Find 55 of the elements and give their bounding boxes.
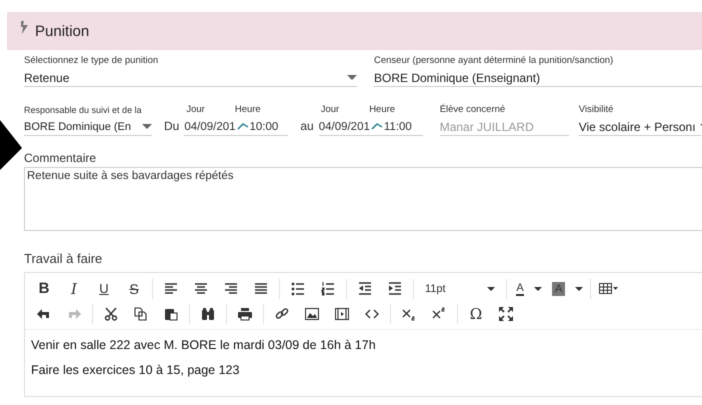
date-field[interactable]: 04/09/201 (318, 120, 370, 132)
time-field[interactable]: 10:00 (250, 120, 278, 132)
comment-label: Commentaire (24, 151, 98, 165)
superscript-icon[interactable] (432, 306, 446, 320)
punishment-type-select[interactable]: Retenue (24, 69, 357, 87)
bold-button[interactable]: B (29, 278, 59, 300)
time-field[interactable]: 11:00 (384, 120, 412, 132)
numbered-list-icon[interactable] (321, 282, 335, 296)
field-label: Jour (320, 104, 340, 115)
text-color-button[interactable]: A (510, 278, 548, 300)
date-field[interactable]: 04/09/201 (184, 120, 236, 132)
bullet-list-icon[interactable] (291, 282, 305, 296)
align-left-icon[interactable] (164, 282, 178, 296)
font-size-select[interactable]: 11pt (417, 278, 503, 300)
special-character-button[interactable]: Ω (461, 302, 491, 324)
editor-paragraph: Venir en salle 222 avec M. BORE le mardi 03/09 de 16h à 17h (31, 338, 377, 352)
annotation-arrow (0, 120, 22, 170)
justify-icon[interactable] (254, 282, 268, 296)
supervisor-select[interactable]: BORE Dominique (En (24, 118, 152, 136)
film-icon[interactable] (335, 306, 349, 320)
italic-button[interactable]: I (59, 278, 89, 300)
table-icon[interactable] (599, 282, 620, 296)
section-title: Punition (35, 22, 90, 40)
comment-textarea[interactable]: Retenue suite à ses bavardages répétés (24, 167, 702, 231)
undo-icon[interactable] (37, 306, 51, 320)
subscript-icon[interactable] (402, 306, 416, 320)
code-icon[interactable] (365, 306, 379, 320)
align-center-icon[interactable] (194, 282, 208, 296)
align-right-icon[interactable] (224, 282, 238, 296)
printer-icon[interactable] (238, 306, 252, 320)
field-label: Élève concerné (440, 104, 506, 115)
fullscreen-icon[interactable] (499, 306, 513, 320)
period-prefix: au (300, 119, 314, 135)
field-label: Responsable du suivi et de la (24, 105, 143, 115)
underline-button[interactable]: U (89, 278, 119, 300)
image-icon[interactable] (305, 306, 319, 320)
copy-icon[interactable] (134, 306, 148, 320)
field-label: Jour (186, 104, 205, 115)
outdent-icon[interactable] (358, 282, 372, 296)
editor-paragraph: Faire les exercices 10 à 15, page 123 (31, 363, 240, 377)
period-prefix: Du (164, 119, 180, 135)
field-label: Heure (369, 104, 396, 115)
strikethrough-button[interactable]: S (119, 278, 149, 300)
link-icon[interactable] (275, 306, 289, 320)
censor-select[interactable]: BORE Dominique (Enseignant) (374, 69, 702, 87)
field-label: Heure (234, 104, 261, 115)
field-label: Censeur (personne ayant déterminé la punition/sanction) (374, 55, 614, 66)
field-label: Sélectionnez le type de punition (24, 55, 160, 66)
paste-icon[interactable] (164, 306, 178, 320)
binoculars-icon[interactable] (201, 306, 215, 320)
field-label: Visibilité (578, 104, 614, 115)
homework-label: Travail à faire (24, 251, 104, 266)
scissors-icon[interactable] (104, 306, 118, 320)
indent-icon[interactable] (388, 282, 402, 296)
visibility-select[interactable]: Vie scolaire + Personı (578, 118, 701, 136)
